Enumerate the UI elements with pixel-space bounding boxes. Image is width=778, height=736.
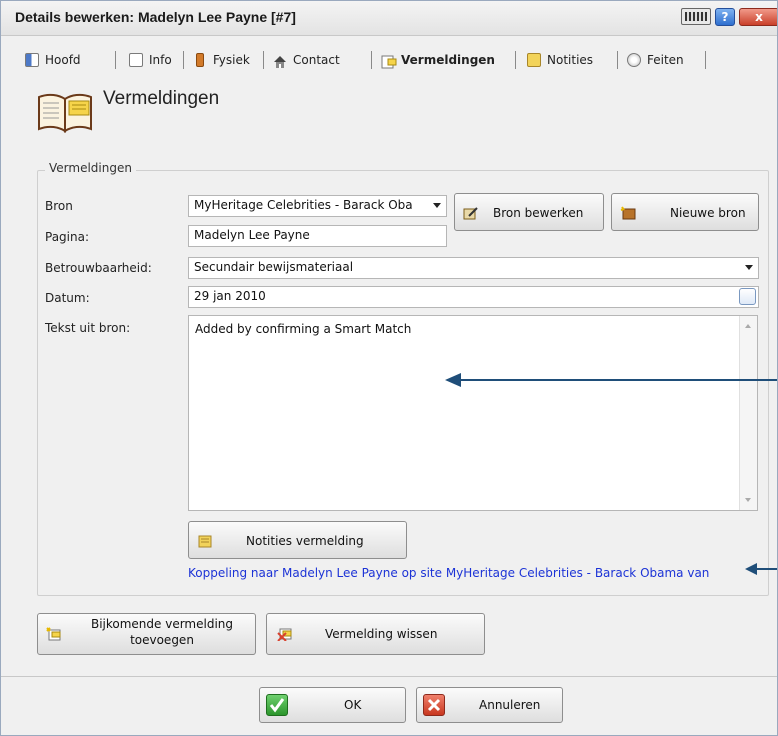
date-value: 29 jan 2010 <box>194 289 266 303</box>
date-input[interactable]: 29 jan 2010 <box>188 286 759 308</box>
calendar-icon[interactable] <box>739 288 756 305</box>
tab-divider <box>115 51 116 69</box>
tab-hoofd[interactable]: Hoofd <box>23 48 81 72</box>
facts-icon <box>627 53 641 67</box>
citation-notes-button[interactable]: Notities vermelding <box>188 521 407 559</box>
window-title: Details bewerken: Madelyn Lee Payne [#7] <box>15 9 296 25</box>
edit-details-window: Details bewerken: Madelyn Lee Payne [#7]… <box>0 0 778 736</box>
notes-icon <box>198 535 212 548</box>
source-label: Bron <box>45 199 73 213</box>
new-source-label: Nieuwe bron <box>670 206 746 220</box>
reliability-select[interactable]: Secundair bewijsmateriaal <box>188 257 759 279</box>
edit-source-button[interactable]: Bron bewerken <box>454 193 604 231</box>
tab-divider <box>617 51 618 69</box>
annotation-arrow <box>745 563 777 575</box>
reliability-select-value: Secundair bewijsmateriaal <box>194 260 354 274</box>
notes-icon <box>527 53 541 67</box>
edit-source-label: Bron bewerken <box>493 206 584 220</box>
tab-label: Info <box>149 53 172 67</box>
keyboard-icon[interactable] <box>681 8 711 25</box>
tab-divider <box>183 51 184 69</box>
tab-contact[interactable]: Contact <box>271 48 340 72</box>
tab-feiten[interactable]: Feiten <box>625 48 684 72</box>
scroll-down-icon[interactable] <box>745 498 751 502</box>
add-citation-label: Bijkomende vermelding toevoegen <box>82 616 242 648</box>
date-label: Datum: <box>45 291 90 305</box>
close-icon <box>423 694 445 716</box>
new-source-button[interactable]: Nieuwe bron <box>611 193 759 231</box>
footer-divider <box>1 676 777 677</box>
annotation-arrow <box>445 373 777 387</box>
close-button[interactable]: x <box>739 8 777 26</box>
citation-notes-label: Notities vermelding <box>246 534 364 548</box>
check-icon <box>266 694 288 716</box>
tab-divider <box>263 51 264 69</box>
tab-label: Hoofd <box>45 53 81 67</box>
chevron-down-icon <box>433 203 441 208</box>
tab-divider <box>515 51 516 69</box>
hoofd-icon <box>25 53 39 67</box>
info-icon <box>129 53 143 67</box>
title-bar: Details bewerken: Madelyn Lee Payne [#7]… <box>1 1 777 36</box>
ok-label: OK <box>344 698 362 712</box>
delete-citation-icon <box>277 628 292 641</box>
group-legend: Vermeldingen <box>45 161 136 175</box>
help-button[interactable]: ? <box>715 8 735 26</box>
tab-label: Feiten <box>647 53 684 67</box>
house-icon <box>273 53 287 68</box>
chevron-down-icon <box>745 265 753 270</box>
edit-note-icon <box>463 207 478 220</box>
add-citation-icon <box>46 627 61 641</box>
source-select-value: MyHeritage Celebrities - Barack Oba <box>194 198 413 212</box>
tab-divider <box>705 51 706 69</box>
delete-citation-label: Vermelding wissen <box>325 627 438 641</box>
tab-label: Fysiek <box>213 53 250 67</box>
page-title: Vermeldingen <box>103 88 220 109</box>
open-book-icon <box>38 93 92 133</box>
source-select[interactable]: MyHeritage Celebrities - Barack Oba <box>188 195 447 217</box>
source-link[interactable]: Koppeling naar Madelyn Lee Payne op site… <box>188 566 709 580</box>
tab-fysiek[interactable]: Fysiek <box>191 48 250 72</box>
reliability-label: Betrouwbaarheid: <box>45 261 152 275</box>
add-citation-button[interactable]: Bijkomende vermelding toevoegen <box>37 613 256 655</box>
page-label: Pagina: <box>45 230 90 244</box>
add-citation-label-line2: toevoegen <box>130 633 194 647</box>
source-text-value: Added by confirming a Smart Match <box>195 322 412 336</box>
cancel-label: Annuleren <box>479 698 541 712</box>
fysiek-icon <box>196 53 204 67</box>
tab-notities[interactable]: Notities <box>525 48 593 72</box>
new-source-icon <box>620 206 636 220</box>
tab-vermeldingen[interactable]: Vermeldingen <box>379 48 495 72</box>
ok-button[interactable]: OK <box>259 687 406 723</box>
source-text-area[interactable]: Added by confirming a Smart Match <box>188 315 758 511</box>
tab-label: Notities <box>547 53 594 67</box>
delete-citation-button[interactable]: Vermelding wissen <box>266 613 485 655</box>
page-input[interactable]: Madelyn Lee Payne <box>188 225 447 247</box>
tab-label: Vermeldingen <box>401 53 495 67</box>
tab-info[interactable]: Info <box>127 48 172 72</box>
add-citation-label-line1: Bijkomende vermelding <box>90 617 234 631</box>
source-text-label: Tekst uit bron: <box>45 321 131 335</box>
cancel-button[interactable]: Annuleren <box>416 687 563 723</box>
citation-icon <box>381 53 397 69</box>
tab-label: Contact <box>293 53 340 67</box>
text-scrollbar[interactable] <box>739 316 757 510</box>
tab-divider <box>371 51 372 69</box>
scroll-up-icon[interactable] <box>745 324 751 328</box>
